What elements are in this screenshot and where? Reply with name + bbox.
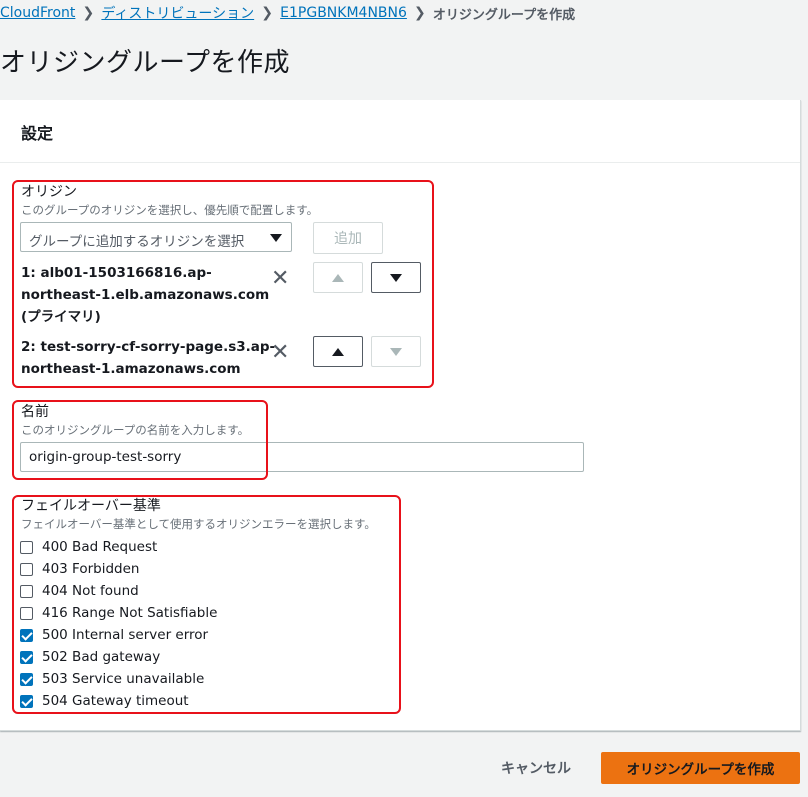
breadcrumb-cloudfront-link[interactable]: CloudFront bbox=[0, 5, 75, 21]
page-title: オリジングループを作成 bbox=[0, 48, 290, 78]
settings-panel-header: 設定 bbox=[0, 100, 800, 163]
origin-item-1: 1: alb01-1503166816.ap- northeast-1.elb.… bbox=[21, 262, 269, 328]
move-up-origin-1-button[interactable] bbox=[313, 262, 363, 293]
arrow-up-icon bbox=[332, 347, 344, 356]
origin-item-1-line2: northeast-1.elb.amazonaws.com bbox=[21, 287, 270, 303]
origin-item-2: 2: test-sorry-cf-sorry-page.s3.ap- north… bbox=[21, 336, 275, 380]
failover-option-503[interactable]: 503 Service unavailable bbox=[20, 668, 204, 690]
name-description: このオリジングループの名前を入力します。 bbox=[21, 423, 250, 437]
checkbox[interactable] bbox=[20, 628, 33, 642]
move-down-origin-2-button[interactable] bbox=[371, 336, 421, 367]
breadcrumb-distributions-link[interactable]: ディストリビューション bbox=[101, 3, 254, 23]
failover-option-403[interactable]: 403 Forbidden bbox=[20, 558, 139, 580]
origins-label: オリジン bbox=[21, 184, 77, 200]
origins-description: このグループのオリジンを選択し、優先順で配置します。 bbox=[21, 203, 319, 217]
breadcrumb-current: オリジングループを作成 bbox=[432, 7, 576, 23]
origin-select-placeholder: グループに追加するオリジンを選択 bbox=[29, 234, 245, 250]
failover-option-416[interactable]: 416 Range Not Satisfiable bbox=[20, 602, 217, 624]
failover-option-400[interactable]: 400 Bad Request bbox=[20, 536, 157, 558]
remove-origin-1-close-icon[interactable]: ✕ bbox=[271, 268, 289, 290]
checkbox[interactable] bbox=[20, 606, 33, 620]
arrow-up-icon bbox=[332, 273, 344, 282]
move-up-origin-2-button[interactable] bbox=[313, 336, 363, 367]
failover-option-label: 403 Forbidden bbox=[42, 561, 140, 577]
origin-select[interactable]: グループに追加するオリジンを選択 bbox=[20, 222, 292, 252]
create-origin-group-button[interactable]: オリジングループを作成 bbox=[601, 752, 800, 784]
move-down-origin-1-button[interactable] bbox=[371, 262, 421, 293]
arrow-down-icon bbox=[390, 273, 402, 282]
chevron-right-icon: ❯ bbox=[82, 5, 95, 21]
failover-option-502[interactable]: 502 Bad gateway bbox=[20, 646, 160, 668]
origin-item-1-primary: (プライマリ) bbox=[21, 309, 101, 325]
settings-panel-title: 設定 bbox=[21, 124, 54, 143]
origin-item-2-line2: northeast-1.amazonaws.com bbox=[21, 361, 241, 377]
origin-item-1-line1: 1: alb01-1503166816.ap- bbox=[21, 265, 212, 281]
checkbox[interactable] bbox=[20, 540, 33, 554]
failover-option-label: 503 Service unavailable bbox=[42, 671, 205, 687]
settings-panel: 設定 オリジン このグループのオリジンを選択し、優先順で配置します。 グループに… bbox=[0, 100, 801, 731]
failover-option-404[interactable]: 404 Not found bbox=[20, 580, 139, 602]
checkbox[interactable] bbox=[20, 694, 33, 708]
failover-option-500[interactable]: 500 Internal server error bbox=[20, 624, 208, 646]
failover-option-504[interactable]: 504 Gateway timeout bbox=[20, 690, 189, 712]
caret-down-icon bbox=[270, 234, 282, 242]
add-origin-button[interactable]: 追加 bbox=[313, 222, 383, 254]
checkbox[interactable] bbox=[20, 672, 33, 686]
chevron-right-icon: ❯ bbox=[261, 5, 274, 21]
name-label: 名前 bbox=[21, 404, 49, 420]
origin-group-name-input[interactable] bbox=[20, 442, 584, 472]
failover-option-label: 416 Range Not Satisfiable bbox=[42, 605, 218, 621]
checkbox[interactable] bbox=[20, 584, 33, 598]
failover-option-label: 400 Bad Request bbox=[42, 539, 158, 555]
remove-origin-2-close-icon[interactable]: ✕ bbox=[271, 342, 289, 364]
checkbox[interactable] bbox=[20, 562, 33, 576]
failover-option-label: 504 Gateway timeout bbox=[42, 693, 189, 709]
cancel-button[interactable]: キャンセル bbox=[490, 753, 582, 783]
failover-criteria-description: フェイルオーバー基準として使用するオリジンエラーを選択します。 bbox=[21, 517, 376, 531]
breadcrumb: CloudFront ❯ ディストリビューション ❯ E1PGBNKM4NBN6… bbox=[0, 3, 575, 23]
checkbox[interactable] bbox=[20, 650, 33, 664]
failover-criteria-label: フェイルオーバー基準 bbox=[21, 498, 161, 514]
failover-option-label: 500 Internal server error bbox=[42, 627, 209, 643]
failover-option-label: 502 Bad gateway bbox=[42, 649, 161, 665]
failover-option-label: 404 Not found bbox=[42, 583, 139, 599]
arrow-down-icon bbox=[390, 347, 402, 356]
breadcrumb-distribution-id-link[interactable]: E1PGBNKM4NBN6 bbox=[280, 5, 407, 21]
origin-item-2-line1: 2: test-sorry-cf-sorry-page.s3.ap- bbox=[21, 339, 276, 355]
chevron-right-icon: ❯ bbox=[414, 5, 426, 21]
